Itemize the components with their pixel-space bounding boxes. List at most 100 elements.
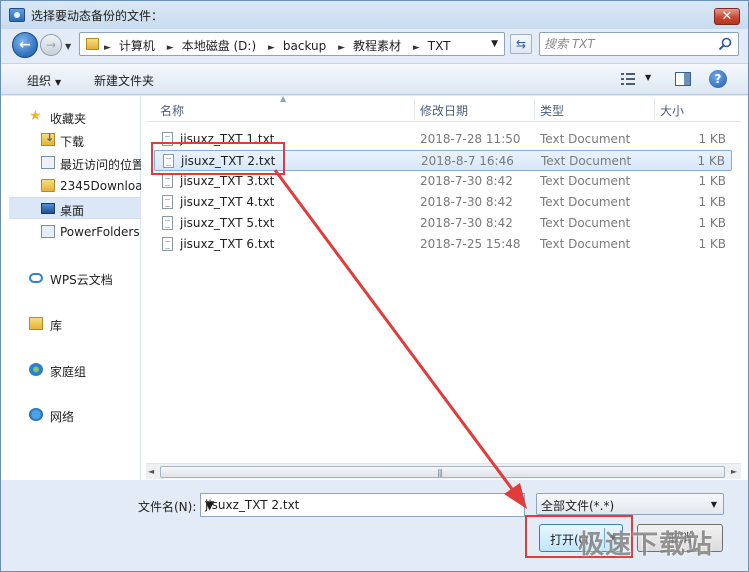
sidebar-item-label: WPS云文档 bbox=[50, 273, 113, 287]
column-name[interactable]: 名称 bbox=[160, 102, 184, 119]
file-type: Text Document bbox=[541, 154, 632, 168]
file-type: Text Document bbox=[540, 132, 631, 146]
column-size[interactable]: 大小 bbox=[660, 102, 684, 119]
breadcrumb-txt[interactable]: TXT bbox=[428, 39, 451, 53]
filename-field[interactable]: jisuxz_TXT 2.txt ▼ bbox=[200, 493, 525, 517]
chevron-down-icon[interactable]: ▼ bbox=[205, 498, 519, 512]
breadcrumb-materials[interactable]: 教程素材 bbox=[353, 39, 401, 53]
window-title: 选择要动态备份的文件： bbox=[31, 9, 164, 23]
chevron-right-icon[interactable]: ► bbox=[413, 43, 420, 53]
file-date: 2018-7-30 8:42 bbox=[420, 174, 513, 188]
file-list: ▲ 名称 修改日期 类型 大小 jisuxz_TXT 1.txt 2018-7-2… bbox=[146, 94, 741, 480]
preview-pane-icon[interactable] bbox=[675, 72, 691, 86]
scroll-right-icon[interactable]: ► bbox=[731, 467, 737, 476]
file-row[interactable]: jisuxz_TXT 1.txt 2018-7-28 11:50 Text Docu… bbox=[154, 129, 732, 150]
file-size: 1 KB bbox=[698, 132, 726, 146]
forward-button[interactable]: → bbox=[40, 34, 62, 56]
file-size: 1 KB bbox=[697, 154, 725, 168]
sidebar-item-favorites[interactable]: ★ 收藏夹 bbox=[9, 106, 141, 128]
breadcrumb-backup[interactable]: backup bbox=[283, 39, 326, 53]
column-type[interactable]: 类型 bbox=[540, 102, 564, 119]
chevron-right-icon[interactable]: ► bbox=[167, 43, 174, 53]
file-type: Text Document bbox=[540, 195, 631, 209]
breadcrumb-drive[interactable]: 本地磁盘 (D:) bbox=[182, 39, 256, 53]
folder-icon bbox=[41, 179, 55, 192]
text-file-icon bbox=[162, 216, 173, 230]
sidebar-item-recent[interactable]: 最近访问的位置 bbox=[9, 152, 141, 174]
scroll-left-icon[interactable]: ◄ bbox=[148, 467, 154, 476]
sidebar-item-label: 桌面 bbox=[60, 204, 85, 218]
text-file-icon bbox=[162, 195, 173, 209]
chevron-down-icon: ▼ bbox=[55, 78, 62, 87]
sidebar-item-downloads[interactable]: 下载 bbox=[9, 129, 141, 151]
file-name: jisuxz_TXT 2.txt bbox=[181, 154, 276, 168]
file-row-selected[interactable]: jisuxz_TXT 2.txt 2018-8-7 16:46 Text Docum… bbox=[154, 150, 732, 171]
file-size: 1 KB bbox=[698, 195, 726, 209]
new-folder-button[interactable]: 新建文件夹 bbox=[94, 72, 154, 89]
view-options-icon[interactable] bbox=[621, 73, 635, 85]
text-file-icon bbox=[162, 132, 173, 146]
close-button[interactable]: ✕ bbox=[714, 8, 740, 25]
file-size: 1 KB bbox=[698, 174, 726, 188]
address-dropdown-icon[interactable]: ▼ bbox=[491, 39, 498, 49]
sidebar-item-library[interactable]: 库 bbox=[9, 313, 141, 335]
chevron-right-icon[interactable]: ► bbox=[104, 43, 111, 53]
sidebar-item-desktop[interactable]: 桌面 bbox=[9, 197, 141, 219]
chevron-right-icon[interactable]: ► bbox=[268, 43, 275, 53]
organize-button[interactable]: 组织 ▼ bbox=[27, 72, 61, 89]
file-type-value: 全部文件(*.*) bbox=[541, 499, 615, 513]
sort-ascending-icon: ▲ bbox=[280, 94, 287, 103]
file-type: Text Document bbox=[540, 216, 631, 230]
star-icon: ★ bbox=[29, 108, 42, 124]
file-name: jisuxz_TXT 4.txt bbox=[180, 195, 275, 209]
view-dropdown-icon[interactable]: ▼ bbox=[645, 73, 651, 82]
file-row[interactable]: jisuxz_TXT 4.txt 2018-7-30 8:42 Text Docum… bbox=[154, 192, 732, 213]
file-type: Text Document bbox=[540, 174, 631, 188]
chevron-right-icon[interactable]: ► bbox=[338, 43, 345, 53]
navigation-bar: ← → ▼ ► 计算机 ► 本地磁盘 (D:) ► backup ► 教程素材 ► TXT… bbox=[1, 29, 748, 61]
sidebar-item-label: 网络 bbox=[50, 410, 75, 424]
help-icon[interactable]: ? bbox=[709, 70, 727, 88]
file-name: jisuxz_TXT 5.txt bbox=[180, 216, 275, 230]
sidebar-item-label: 库 bbox=[50, 319, 63, 333]
sidebar-item-2345downloads[interactable]: 2345Downloads bbox=[9, 175, 141, 197]
column-divider[interactable] bbox=[534, 98, 535, 120]
breadcrumb-computer[interactable]: 计算机 bbox=[119, 39, 155, 53]
recent-pages-dropdown[interactable]: ▼ bbox=[65, 42, 71, 51]
sidebar-item-wps-cloud[interactable]: WPS云文档 bbox=[9, 267, 141, 289]
sidebar-item-network[interactable]: 网络 bbox=[9, 404, 141, 426]
file-size: 1 KB bbox=[698, 237, 726, 251]
network-icon bbox=[29, 408, 43, 421]
file-date: 2018-7-30 8:42 bbox=[420, 195, 513, 209]
column-divider[interactable] bbox=[654, 98, 655, 120]
file-row[interactable]: jisuxz_TXT 6.txt 2018-7-25 15:48 Text Docu… bbox=[154, 234, 732, 255]
chevron-down-icon: ▼ bbox=[710, 500, 717, 509]
scrollbar-thumb[interactable]: ||| bbox=[160, 466, 725, 478]
powerfolders-icon bbox=[41, 225, 55, 238]
back-button[interactable]: ← bbox=[12, 32, 38, 58]
search-box[interactable] bbox=[539, 32, 739, 56]
file-type: Text Document bbox=[540, 237, 631, 251]
file-type-select[interactable]: 全部文件(*.*) ▼ bbox=[536, 493, 724, 515]
refresh-button[interactable]: ⇆ bbox=[510, 34, 532, 54]
column-date[interactable]: 修改日期 bbox=[420, 102, 468, 119]
file-name: jisuxz_TXT 3.txt bbox=[180, 174, 275, 188]
address-bar[interactable]: ► 计算机 ► 本地磁盘 (D:) ► backup ► 教程素材 ► TXT ▼ bbox=[79, 32, 505, 56]
text-file-icon bbox=[162, 174, 173, 188]
file-row[interactable]: jisuxz_TXT 5.txt 2018-7-30 8:42 Text Docum… bbox=[154, 213, 732, 234]
title-bar: 选择要动态备份的文件： ✕ bbox=[1, 1, 748, 29]
sidebar-item-homegroup[interactable]: 家庭组 bbox=[9, 359, 141, 381]
navigation-pane: ★ 收藏夹 下载 最近访问的位置 2345Downloads 桌面 PowerFo… bbox=[9, 96, 141, 480]
library-icon bbox=[29, 317, 43, 330]
sidebar-item-powerfolders[interactable]: PowerFolders bbox=[9, 221, 141, 243]
horizontal-scrollbar[interactable]: ◄ ||| ► bbox=[146, 463, 741, 479]
search-input[interactable] bbox=[544, 36, 714, 52]
column-divider[interactable] bbox=[414, 98, 415, 120]
text-file-icon bbox=[162, 237, 173, 251]
file-date: 2018-7-30 8:42 bbox=[420, 216, 513, 230]
cloud-icon bbox=[29, 273, 43, 283]
organize-label: 组织 bbox=[27, 74, 52, 88]
file-row[interactable]: jisuxz_TXT 3.txt 2018-7-30 8:42 Text Docum… bbox=[154, 171, 732, 192]
search-icon[interactable] bbox=[718, 37, 732, 51]
column-header: ▲ 名称 修改日期 类型 大小 bbox=[146, 94, 741, 122]
